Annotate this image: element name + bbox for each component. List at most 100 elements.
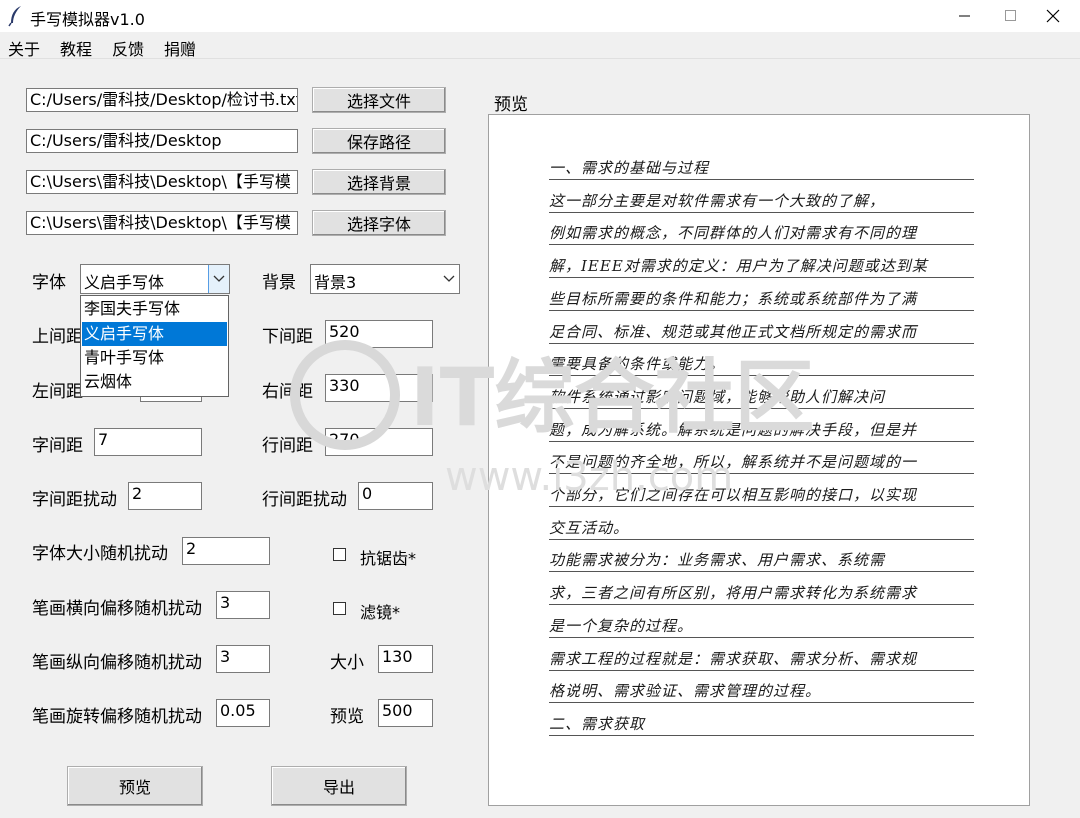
chevron-down-icon[interactable] [208, 265, 229, 293]
window-title: 手写模拟器v1.0 [30, 10, 145, 29]
paper-rule-line [549, 734, 974, 736]
paper-rule-line [549, 473, 974, 475]
handwriting-line: 格说明、需求验证、需求管理的过程。 [549, 682, 822, 701]
chevron-down-icon[interactable] [439, 265, 459, 293]
font-dropdown-list: 李国夫手写体 义启手写体 青叶手写体 云烟体 [80, 295, 229, 397]
paper-rule-line [549, 636, 974, 638]
save-path-input[interactable]: C:/Users/雷科技/Desktop [26, 129, 298, 153]
line-spacing-jitter-input[interactable]: 0 [358, 482, 433, 510]
menu-bar: 关于 教程 反馈 捐赠 [0, 32, 1080, 59]
paper-rule-line [549, 440, 974, 442]
char-spacing-jitter-input[interactable]: 2 [128, 482, 202, 510]
font-option[interactable]: 云烟体 [82, 370, 227, 394]
minimize-button[interactable] [942, 0, 988, 32]
handwriting-line: 功能需求被分为：业务需求、用户需求、系统需 [549, 551, 886, 570]
background-select-value: 背景3 [314, 273, 357, 292]
preview-res-input[interactable]: 500 [378, 699, 433, 727]
preview-canvas: 一、需求的基础与过程 这一部分主要是对软件需求有一个大致的了解， 例如需求的概念，… [488, 114, 1030, 806]
char-spacing-label: 字间距 [32, 436, 83, 456]
file-path-input[interactable]: C:/Users/雷科技/Desktop/检讨书.txt [26, 88, 298, 112]
stroke-h-jitter-label: 笔画横向偏移随机扰动 [32, 599, 202, 619]
handwriting-line: 需要具备的条件或能力。 [549, 355, 726, 374]
font-option-selected[interactable]: 义启手写体 [82, 322, 227, 346]
close-button[interactable] [1030, 0, 1076, 32]
handwriting-line: 一、需求的基础与过程 [549, 159, 710, 177]
background-path-input[interactable]: C:\Users\雷科技\Desktop\【手写模 [26, 170, 298, 194]
background-label: 背景 [262, 273, 296, 293]
size-input[interactable]: 130 [378, 645, 433, 673]
font-select[interactable]: 义启手写体 [80, 264, 230, 294]
maximize-icon [1005, 10, 1016, 21]
handwriting-line: 需求工程的过程就是：需求获取、需求分析、需求规 [549, 649, 918, 668]
right-margin-label: 右间距 [262, 382, 313, 402]
stroke-rot-jitter-input[interactable]: 0.05 [216, 699, 270, 727]
char-spacing-jitter-label: 字间距扰动 [32, 490, 117, 510]
title-bar [0, 0, 1080, 32]
paper-rule-line [549, 179, 974, 180]
antialias-checkbox[interactable] [333, 548, 346, 561]
paper-rule-line [549, 244, 974, 246]
handwriting-line: 些目标所需要的条件和能力；系统或系统部件为了满 [549, 289, 918, 308]
menu-tutorial[interactable]: 教程 [60, 36, 92, 60]
background-select[interactable]: 背景3 [310, 264, 460, 294]
paper-rule-line [549, 571, 974, 573]
handwriting-line: 软件系统通过影响问题域，能够帮助人们解决问 [549, 387, 886, 406]
paper-rule-line [549, 506, 974, 507]
font-size-jitter-label: 字体大小随机扰动 [32, 544, 168, 564]
export-button[interactable]: 导出 [271, 766, 407, 806]
paper-rule-line [549, 211, 974, 213]
font-size-jitter-input[interactable]: 2 [182, 537, 270, 565]
preview-res-label: 预览 [330, 707, 364, 727]
stroke-v-jitter-input[interactable]: 3 [216, 645, 270, 673]
left-margin-label: 左间距 [32, 382, 83, 402]
menu-donate[interactable]: 捐赠 [164, 36, 196, 60]
line-spacing-jitter-label: 行间距扰动 [262, 490, 347, 510]
select-font-button[interactable]: 选择字体 [312, 210, 446, 236]
char-spacing-input[interactable]: 7 [94, 428, 202, 456]
handwriting-line: 足合同、标准、规范或其他正式文档所规定的需求而 [549, 322, 918, 341]
stroke-v-jitter-label: 笔画纵向偏移随机扰动 [32, 653, 202, 673]
font-option[interactable]: 李国夫手写体 [82, 297, 227, 321]
handwriting-line: 个部分，它们之间存在可以相互影响的接口，以实现 [549, 486, 918, 504]
size-label: 大小 [330, 653, 364, 673]
select-background-button[interactable]: 选择背景 [312, 169, 446, 195]
preview-label: 预览 [494, 95, 528, 115]
font-select-value: 义启手写体 [84, 273, 165, 292]
paper-rule-line [549, 375, 974, 377]
minimize-icon [959, 15, 970, 17]
filter-label: 滤镜* [360, 603, 401, 622]
preview-button[interactable]: 预览 [67, 766, 203, 806]
handwriting-line: 例如需求的概念，不同群体的人们对需求有不同的理 [549, 224, 918, 243]
handwriting-line: 题，成为解系统。解系统是问题的解决手段，但是并 [549, 420, 918, 439]
select-file-button[interactable]: 选择文件 [312, 87, 446, 113]
top-margin-label: 上间距 [32, 327, 83, 347]
menu-feedback[interactable]: 反馈 [112, 36, 144, 60]
font-option[interactable]: 青叶手写体 [82, 346, 227, 370]
font-path-input[interactable]: C:\Users\雷科技\Desktop\【手写模 [26, 211, 298, 235]
right-margin-input[interactable]: 330 [325, 374, 433, 402]
handwriting-line: 不是问题的齐全地，所以，解系统并不是问题域的一 [549, 453, 918, 472]
stroke-rot-jitter-label: 笔画旋转偏移随机扰动 [32, 707, 202, 727]
paper-rule-line [549, 702, 974, 704]
feather-icon [8, 6, 21, 27]
paper-rule-line [549, 669, 974, 671]
filter-checkbox[interactable] [333, 602, 346, 615]
antialias-label: 抗锯齿* [360, 549, 417, 568]
handwriting-line: 解，IEEE对需求的定义：用户为了解决问题或达到某 [549, 257, 928, 276]
paper-rule-line [549, 604, 974, 606]
paper-rule-line [549, 407, 974, 409]
stroke-h-jitter-input[interactable]: 3 [216, 591, 270, 619]
maximize-button[interactable] [988, 0, 1034, 32]
bottom-margin-input[interactable]: 520 [325, 320, 433, 348]
menu-about[interactable]: 关于 [8, 36, 40, 60]
line-spacing-input[interactable]: 270 [325, 428, 433, 456]
paper-rule-line [549, 309, 974, 311]
handwriting-line: 求，三者之间有所区别，将用户需求转化为系统需求 [549, 584, 918, 603]
close-icon [1046, 9, 1060, 23]
save-path-button[interactable]: 保存路径 [312, 128, 446, 154]
paper-rule-line [549, 277, 974, 279]
paper-rule-line [549, 342, 974, 344]
handwriting-line: 这一部分主要是对软件需求有一个大致的了解， [549, 191, 886, 210]
handwriting-line: 是一个复杂的过程。 [549, 616, 694, 635]
line-spacing-label: 行间距 [262, 436, 313, 456]
